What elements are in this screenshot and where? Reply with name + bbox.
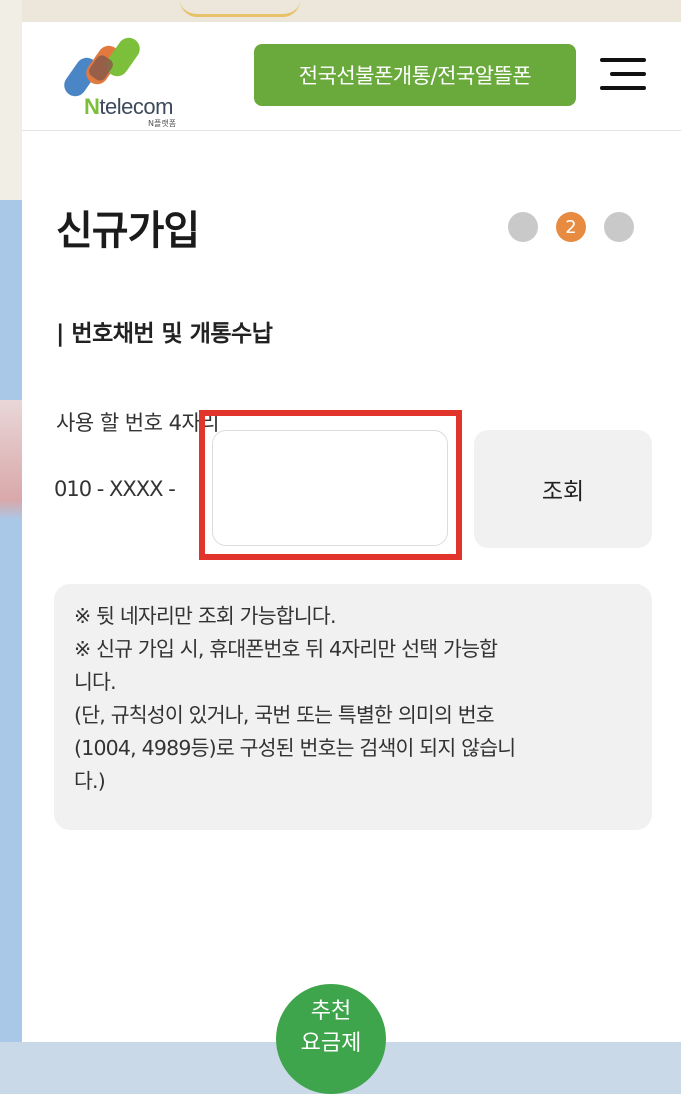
last-four-digits-input[interactable] bbox=[212, 430, 448, 546]
notice-line: ※ 신규 가입 시, 휴대폰번호 뒤 4자리만 선택 가능합 bbox=[74, 637, 498, 661]
ntelecom-logo[interactable]: Ntelecom N플랫폼 bbox=[62, 36, 192, 128]
hamburger-menu-icon[interactable] bbox=[600, 58, 646, 92]
map-background-top bbox=[0, 0, 681, 22]
notice-line: 니다. bbox=[74, 670, 117, 694]
signup-panel: Ntelecom N플랫폼 전국선불폰개통/전국알뜰폰 신규가입 2 | 번호채… bbox=[22, 22, 681, 1042]
notice-line: 다.) bbox=[74, 769, 106, 793]
number-prefix: 010 - XXXX - bbox=[54, 477, 176, 501]
search-button[interactable]: 조회 bbox=[474, 430, 652, 548]
prepaid-activation-button[interactable]: 전국선불폰개통/전국알뜰폰 bbox=[254, 44, 576, 106]
step-indicator: 2 bbox=[508, 212, 648, 242]
page-title: 신규가입 bbox=[56, 208, 200, 254]
fab-label-line2: 요금제 bbox=[300, 1031, 362, 1056]
step-dot-3 bbox=[604, 212, 634, 242]
map-background-left bbox=[0, 0, 22, 1074]
fab-label-line1: 추천 bbox=[310, 999, 352, 1024]
notice-box: ※ 뒷 네자리만 조회 가능합니다. ※ 신규 가입 시, 휴대폰번호 뒤 4자… bbox=[54, 584, 652, 830]
step-dot-1 bbox=[508, 212, 538, 242]
header: Ntelecom N플랫폼 전국선불폰개통/전국알뜰폰 bbox=[22, 22, 681, 131]
logo-wordmark: Ntelecom bbox=[84, 94, 173, 120]
logo-n: N bbox=[84, 94, 100, 119]
logo-subtitle: N플랫폼 bbox=[148, 119, 177, 128]
notice-line: ※ 뒷 네자리만 조회 가능합니다. bbox=[74, 604, 336, 628]
section-title: | 번호채번 및 개통수납 bbox=[56, 321, 273, 347]
step-dot-2-active: 2 bbox=[556, 212, 586, 242]
logo-telecom: telecom bbox=[99, 94, 173, 119]
notice-line: (1004, 4989등)로 구성된 번호는 검색이 되지 않습니 bbox=[74, 736, 516, 760]
number-field-label: 사용 할 번호 4자리 bbox=[56, 411, 220, 435]
notice-line: (단, 규칙성이 있거나, 국번 또는 특별한 의미의 번호 bbox=[74, 703, 495, 727]
recommended-plan-button[interactable]: 추천 요금제 bbox=[276, 984, 386, 1094]
